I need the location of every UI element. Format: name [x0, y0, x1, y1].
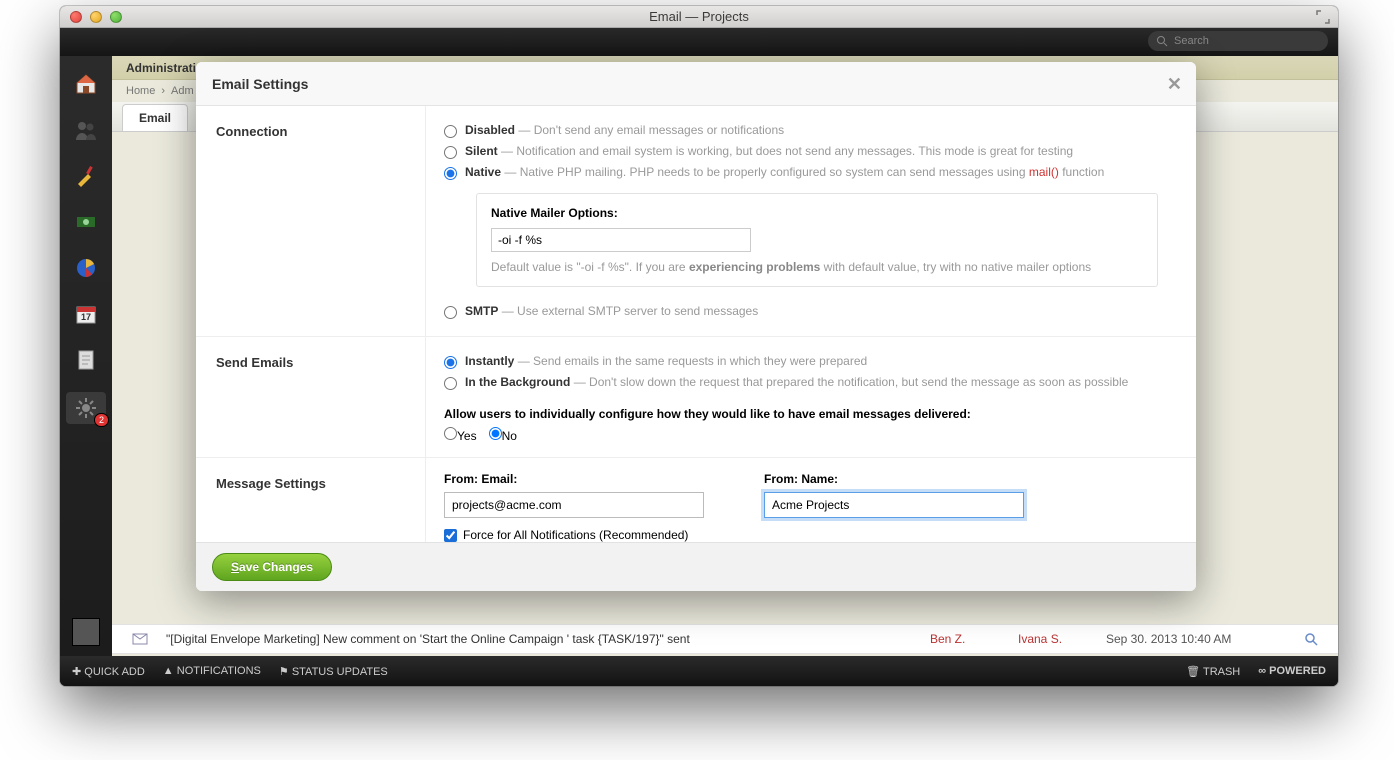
log-date: Sep 30. 2013 10:40 AM	[1106, 632, 1286, 646]
search-placeholder: Search	[1174, 35, 1209, 47]
radio-background-input[interactable]	[444, 377, 457, 390]
radio-silent-input[interactable]	[444, 146, 457, 159]
close-icon[interactable]: ✕	[1167, 74, 1182, 95]
native-mailer-title: Native Mailer Options:	[491, 206, 1143, 220]
radio-allow-yes[interactable]: Yes	[444, 427, 477, 443]
fullscreen-icon[interactable]	[1316, 10, 1330, 24]
status-updates-button[interactable]: ⚑ STATUS UPDATES	[279, 665, 388, 678]
from-name-field: From: Name:	[764, 472, 1024, 518]
section-label-connection: Connection	[196, 106, 426, 336]
log-user2[interactable]: Ivana S.	[1018, 632, 1088, 646]
search-input[interactable]: Search	[1148, 31, 1328, 51]
envelope-icon	[132, 631, 148, 647]
svg-text:17: 17	[81, 312, 91, 322]
bottombar: ✚ QUICK ADD ▲ NOTIFICATIONS ⚑ STATUS UPD…	[60, 656, 1338, 686]
log-row[interactable]: "[Digital Envelope Marketing] New commen…	[112, 624, 1338, 654]
from-email-field: From: Email:	[444, 472, 704, 518]
window-title: Email — Projects	[60, 9, 1338, 24]
titlebar: Email — Projects	[60, 6, 1338, 28]
native-mailer-hint: Default value is "-oi -f %s". If you are…	[491, 260, 1143, 274]
radio-smtp[interactable]: SMTP — Use external SMTP server to send …	[444, 301, 1178, 322]
radio-native[interactable]: Native — Native PHP mailing. PHP needs t…	[444, 162, 1178, 183]
from-email-label: From: Email:	[444, 472, 704, 486]
crumb-home[interactable]: Home	[126, 85, 155, 97]
notifications-button[interactable]: ▲ NOTIFICATIONS	[163, 665, 261, 677]
dialog-title: Email Settings	[212, 76, 308, 92]
section-message-settings: Message Settings From: Email: From: Name…	[196, 458, 1196, 542]
section-label-message: Message Settings	[196, 458, 426, 542]
from-name-label: From: Name:	[764, 472, 1024, 486]
from-email-input[interactable]	[444, 492, 704, 518]
section-label-send: Send Emails	[196, 337, 426, 457]
crumb-admin[interactable]: Adm	[171, 85, 194, 97]
radio-instantly[interactable]: Instantly — Send emails in the same requ…	[444, 351, 1178, 372]
magnify-icon[interactable]	[1304, 632, 1318, 646]
dialog-header: Email Settings ✕	[196, 62, 1196, 106]
section-connection: Connection Disabled — Don't send any ema…	[196, 106, 1196, 337]
dialog-footer: Save Changes	[196, 542, 1196, 591]
from-name-input[interactable]	[764, 492, 1024, 518]
topbar: Search	[60, 28, 1338, 56]
chart-icon[interactable]	[72, 254, 100, 282]
quick-add-button[interactable]: ✚ QUICK ADD	[72, 665, 145, 678]
radio-silent[interactable]: Silent — Notification and email system i…	[444, 141, 1178, 162]
radio-disabled-input[interactable]	[444, 125, 457, 138]
native-mailer-input[interactable]	[491, 228, 751, 252]
powered-label: ∞ POWERED	[1258, 665, 1326, 677]
settings-icon[interactable]: 2	[66, 392, 106, 424]
tools-icon[interactable]	[72, 162, 100, 190]
save-button[interactable]: Save Changes	[212, 553, 332, 581]
document-icon[interactable]	[72, 346, 100, 374]
force-checkbox-row[interactable]: Force for All Notifications (Recommended…	[444, 528, 1178, 542]
search-icon	[1156, 35, 1168, 47]
money-icon[interactable]	[72, 208, 100, 236]
dialog-body: Connection Disabled — Don't send any ema…	[196, 106, 1196, 542]
section-send-emails: Send Emails Instantly — Send emails in t…	[196, 337, 1196, 458]
user-avatar[interactable]	[72, 618, 100, 646]
calendar-icon[interactable]: 17	[72, 300, 100, 328]
app-window: Email — Projects Search 17 2	[60, 6, 1338, 686]
tab-email[interactable]: Email	[122, 104, 188, 131]
radio-smtp-input[interactable]	[444, 306, 457, 319]
radio-disabled[interactable]: Disabled — Don't send any email messages…	[444, 120, 1178, 141]
settings-badge: 2	[94, 413, 109, 427]
people-icon[interactable]	[72, 116, 100, 144]
force-checkbox[interactable]	[444, 529, 457, 542]
save-button-rest: ave Changes	[239, 560, 313, 574]
allow-config-label: Allow users to individually configure ho…	[444, 407, 1178, 421]
home-icon[interactable]	[72, 70, 100, 98]
log-subject: "[Digital Envelope Marketing] New commen…	[166, 632, 912, 646]
email-settings-dialog: Email Settings ✕ Connection Disabled — D…	[196, 62, 1196, 591]
trash-button[interactable]: 🗑 TRASH	[1186, 665, 1240, 678]
left-sidebar: 17 2	[60, 56, 112, 656]
radio-native-input[interactable]	[444, 167, 457, 180]
log-user1[interactable]: Ben Z.	[930, 632, 1000, 646]
native-mailer-box: Native Mailer Options: Default value is …	[476, 193, 1158, 287]
radio-instantly-input[interactable]	[444, 356, 457, 369]
radio-background[interactable]: In the Background — Don't slow down the …	[444, 372, 1178, 393]
mail-function-link[interactable]: mail()	[1029, 165, 1059, 179]
radio-allow-no[interactable]: No	[489, 427, 517, 443]
